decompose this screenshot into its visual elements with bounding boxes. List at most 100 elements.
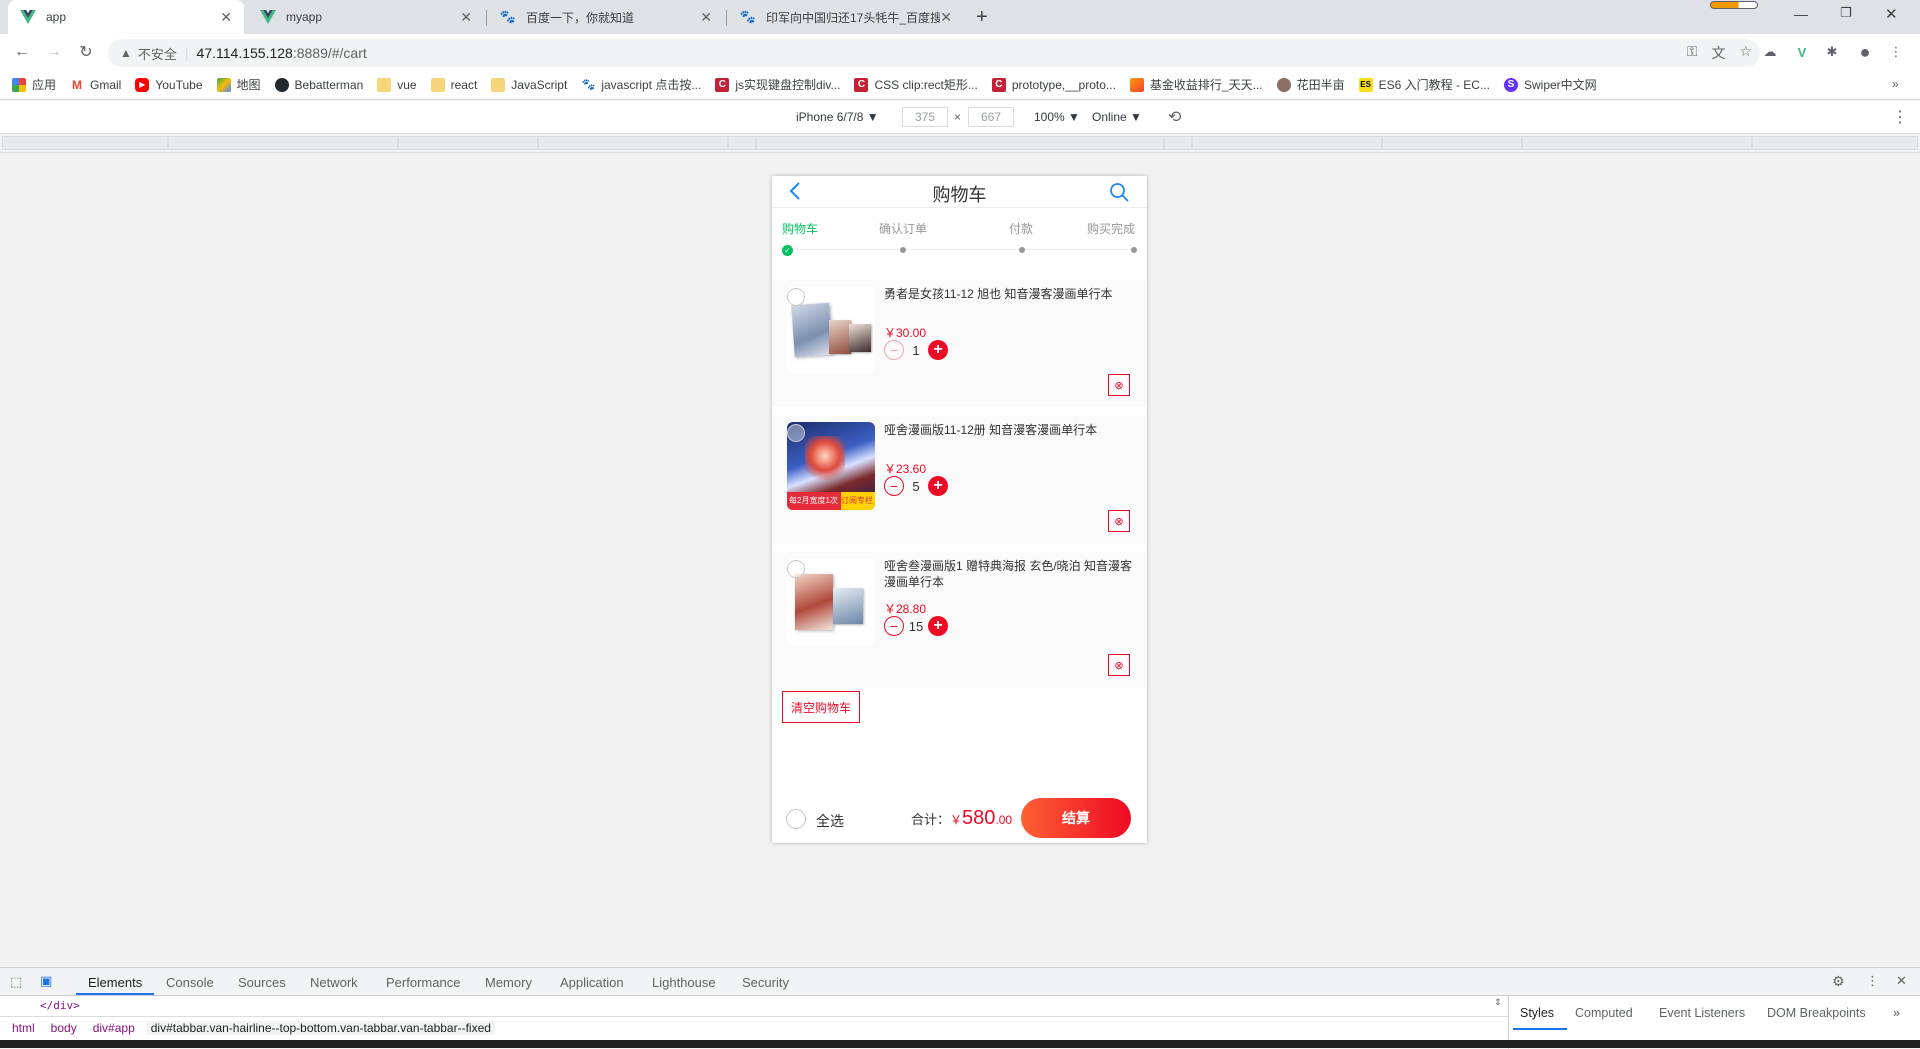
decrease-quantity-button[interactable]: −: [884, 616, 904, 636]
increase-quantity-button[interactable]: +: [928, 476, 948, 496]
devtools-tab-memory[interactable]: Memory: [485, 975, 532, 990]
devtools-tab-security[interactable]: Security: [742, 975, 789, 990]
device-toggle-icon[interactable]: ▣: [40, 973, 52, 989]
delete-item-icon[interactable]: ⊗: [1108, 654, 1130, 676]
devtools-tab-lighthouse[interactable]: Lighthouse: [652, 975, 716, 990]
bookmark-apps[interactable]: 应用: [12, 76, 56, 93]
item-checkbox[interactable]: [787, 288, 805, 306]
sidebar-tab-event-listeners[interactable]: Event Listeners: [1659, 1006, 1745, 1020]
quantity-value[interactable]: 1: [904, 343, 928, 358]
browser-tab-news[interactable]: 🐾 印军向中国归还17头牦牛_百度搜 ✕: [728, 0, 964, 34]
devtools-tab-performance[interactable]: Performance: [386, 975, 460, 990]
devtools-tab-sources[interactable]: Sources: [238, 975, 286, 990]
address-bar[interactable]: ▲ 不安全 | 47.114.155.128 :8889/#/cart ⚿ 文 …: [108, 39, 1760, 67]
key-icon[interactable]: ⚿: [1687, 43, 1698, 63]
reload-icon[interactable]: ↻: [74, 40, 98, 64]
avatar-icon: [1276, 77, 1291, 92]
rotate-device-icon[interactable]: ⟲: [1168, 107, 1181, 127]
breadcrumb-html[interactable]: html: [8, 1021, 39, 1035]
bookmark-gmail[interactable]: M Gmail: [70, 78, 121, 92]
zoom-select[interactable]: 100% ▼: [1034, 110, 1080, 124]
breadcrumb-body[interactable]: body: [47, 1021, 81, 1035]
bookmark-csdn-clip[interactable]: C CSS clip:rect矩形...: [854, 76, 978, 93]
scroll-arrows-icon[interactable]: ⇕: [1494, 997, 1502, 1008]
close-tab-icon[interactable]: ✕: [700, 9, 712, 26]
close-devtools-icon[interactable]: ✕: [1896, 973, 1907, 989]
devtools-tab-console[interactable]: Console: [166, 975, 214, 990]
elements-code-line[interactable]: </div>: [40, 999, 80, 1012]
sidebar-overflow-button[interactable]: »: [1893, 1006, 1900, 1020]
devtools-tab-elements[interactable]: Elements: [88, 975, 142, 990]
quantity-value[interactable]: 5: [904, 479, 928, 494]
device-width-input[interactable]: 375: [902, 107, 948, 127]
restore-window-icon[interactable]: ❐: [1840, 5, 1852, 21]
step-dot-icon: [900, 247, 906, 253]
bookmark-star-icon[interactable]: ☆: [1739, 43, 1752, 63]
inspect-element-icon[interactable]: ⬚: [10, 974, 22, 990]
new-tab-button[interactable]: +: [976, 6, 988, 29]
close-tab-icon[interactable]: ✕: [220, 9, 232, 26]
bookmark-huatian[interactable]: 花田半亩: [1276, 76, 1345, 93]
extensions-puzzle-icon[interactable]: ✱: [1822, 42, 1842, 62]
bookmark-swiper[interactable]: S Swiper中文网: [1503, 76, 1597, 93]
browser-tab-myapp[interactable]: myapp ✕: [248, 0, 484, 34]
cloud-extension-icon[interactable]: ☁: [1760, 42, 1780, 62]
device-select[interactable]: iPhone 6/7/8 ▼: [796, 110, 879, 124]
search-icon[interactable]: [1109, 182, 1129, 205]
close-window-icon[interactable]: ✕: [1885, 5, 1898, 23]
sidebar-tab-dom-breakpoints[interactable]: DOM Breakpoints: [1767, 1006, 1866, 1020]
bookmark-fund[interactable]: 基金收益排行_天天...: [1129, 76, 1263, 93]
close-tab-icon[interactable]: ✕: [460, 9, 472, 26]
breadcrumb-tabbar[interactable]: div#tabbar.van-hairline--top-bottom.van-…: [146, 1020, 495, 1035]
browser-menu-icon[interactable]: ⋮: [1886, 42, 1906, 62]
browser-tab-app[interactable]: app ✕: [8, 0, 244, 34]
vue-devtools-icon[interactable]: V: [1792, 42, 1812, 62]
select-all-checkbox[interactable]: [786, 809, 806, 829]
github-icon: [274, 77, 289, 92]
bookmark-folder-javascript[interactable]: JavaScript: [491, 77, 567, 92]
bookmark-csdn-prototype[interactable]: Cprototype,__proto...: [991, 77, 1116, 92]
delete-item-icon[interactable]: ⊗: [1108, 374, 1130, 396]
decrease-quantity-button[interactable]: −: [884, 476, 904, 496]
checkout-button[interactable]: 结算: [1021, 798, 1131, 838]
back-arrow-icon[interactable]: ←: [10, 40, 34, 64]
device-height-input[interactable]: 667: [968, 107, 1014, 127]
bookmark-baidu-js[interactable]: 🐾 javascript 点击按...: [581, 76, 701, 93]
product-name: 哑舍漫画版11-12册 知音漫客漫画单行本: [884, 423, 1098, 437]
sidebar-tab-styles[interactable]: Styles: [1520, 1006, 1554, 1020]
bookmark-maps[interactable]: 地图: [216, 76, 261, 93]
increase-quantity-button[interactable]: +: [928, 340, 948, 360]
profile-avatar-icon[interactable]: ●: [1855, 42, 1875, 62]
bookmark-youtube[interactable]: ▶ YouTube: [135, 77, 203, 92]
quantity-value[interactable]: 15: [904, 619, 928, 634]
device-toolbar-menu-icon[interactable]: ⋮: [1892, 107, 1908, 127]
bookmark-folder-react[interactable]: react: [430, 77, 477, 92]
close-tab-icon[interactable]: ✕: [940, 9, 952, 26]
devtools-settings-gear-icon[interactable]: ⚙: [1832, 973, 1845, 990]
item-checkbox[interactable]: [787, 424, 805, 442]
devtools-menu-icon[interactable]: ⋮: [1866, 973, 1879, 989]
devtools-tab-application[interactable]: Application: [560, 975, 624, 990]
bookmark-github[interactable]: Bebatterman: [274, 77, 363, 92]
bookmarks-overflow-button[interactable]: »: [1892, 77, 1899, 91]
decrease-quantity-button[interactable]: −: [884, 340, 904, 360]
dimension-separator: ×: [954, 110, 962, 124]
item-checkbox[interactable]: [787, 560, 805, 578]
minimize-window-icon[interactable]: —: [1794, 6, 1808, 22]
network-throttle-select[interactable]: Online ▼: [1092, 110, 1142, 124]
browser-tab-baidu[interactable]: 🐾 百度一下，你就知道 ✕: [488, 0, 724, 34]
clear-cart-button[interactable]: 清空购物车: [782, 691, 860, 723]
devtools-tab-network[interactable]: Network: [310, 975, 358, 990]
bookmark-folder-vue[interactable]: vue: [377, 77, 417, 92]
bookmark-es6[interactable]: ES ES6 入门教程 - EC...: [1358, 76, 1490, 93]
folder-icon: [430, 77, 445, 92]
increase-quantity-button[interactable]: +: [928, 616, 948, 636]
media-query-bar[interactable]: [0, 134, 1920, 153]
forward-arrow-icon[interactable]: →: [42, 40, 66, 64]
delete-item-icon[interactable]: ⊗: [1108, 510, 1130, 532]
sidebar-tab-computed[interactable]: Computed: [1575, 1006, 1633, 1020]
select-all-label[interactable]: 全选: [816, 811, 844, 831]
breadcrumb-app[interactable]: div#app: [89, 1021, 139, 1035]
translate-icon[interactable]: 文: [1711, 43, 1725, 63]
bookmark-csdn-keyboard[interactable]: Cjs实现键盘控制div...: [715, 76, 840, 93]
